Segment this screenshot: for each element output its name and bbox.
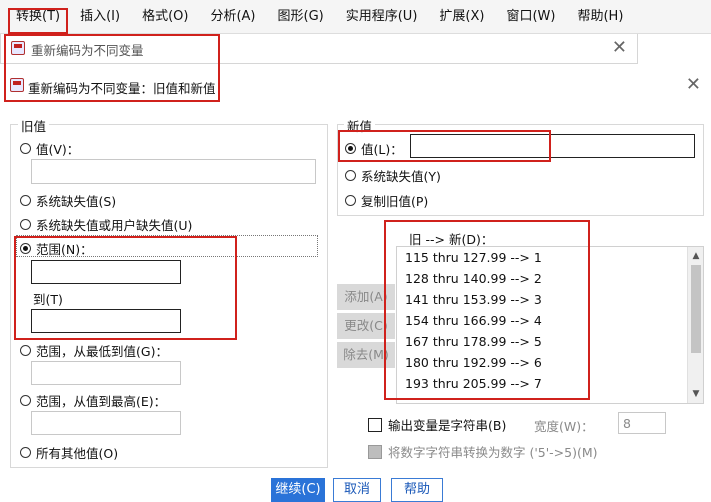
new-system-missing-label: 系统缺失值(Y) (361, 169, 441, 184)
mapping-list[interactable]: 115 thru 127.99 --> 1 128 thru 140.99 --… (396, 246, 704, 404)
width-label: 宽度(W)： (534, 419, 594, 434)
old-system-missing-radio[interactable]: 系统缺失值(S) (20, 191, 116, 210)
list-item[interactable]: 128 thru 140.99 --> 2 (397, 268, 703, 289)
radio-icon (20, 195, 31, 206)
menu-bar: 转换(T) 插入(I) 格式(O) 分析(A) 图形(G) 实用程序(U) 扩展… (0, 0, 711, 34)
width-value: 8 (623, 416, 631, 431)
menu-utilities[interactable]: 实用程序(U) (338, 4, 426, 30)
old-all-other-label: 所有其他值(O) (36, 446, 119, 461)
radio-icon (20, 345, 31, 356)
change-button[interactable]: 更改(C) (337, 313, 395, 339)
dialog-close-icon[interactable]: ✕ (686, 76, 701, 94)
list-item[interactable]: 141 thru 153.99 --> 3 (397, 289, 703, 310)
old-range-radio[interactable]: 范围(N)： (20, 239, 93, 258)
menu-graphs[interactable]: 图形(G) (270, 4, 332, 30)
old-range-lowest-label: 范围，从最低到值(G)： (36, 344, 168, 359)
new-value-radio[interactable]: 值(L)： (345, 139, 403, 158)
old-value-radio-label: 值(V)： (36, 142, 80, 157)
cancel-button[interactable]: 取消 (333, 478, 381, 502)
radio-icon (20, 447, 31, 458)
continue-button[interactable]: 继续(C) (271, 478, 325, 502)
app-icon (11, 41, 25, 55)
convert-numeric-checkbox[interactable]: 将数字字符串转换为数字 ('5'->5)(M) (368, 442, 598, 461)
background-window-title: 重新编码为不同变量 (31, 43, 144, 58)
add-button[interactable]: 添加(A) (337, 284, 395, 310)
range-lowest-field[interactable] (31, 361, 181, 385)
menu-insert[interactable]: 插入(I) (72, 4, 128, 30)
new-system-missing-radio[interactable]: 系统缺失值(Y) (345, 166, 441, 185)
old-range-lowest-radio[interactable]: 范围，从最低到值(G)： (20, 341, 168, 360)
list-item[interactable]: 154 thru 166.99 --> 4 (397, 310, 703, 331)
range-to-label: 到(T) (33, 292, 63, 307)
radio-selected-icon (345, 143, 356, 154)
menu-help[interactable]: 帮助(H) (569, 4, 631, 30)
checkbox-icon (368, 417, 382, 432)
copy-old-value-label: 复制旧值(P) (361, 194, 429, 209)
new-value-field[interactable] (410, 134, 695, 158)
output-string-label: 输出变量是字符串(B) (388, 418, 507, 433)
radio-icon (20, 395, 31, 406)
old-system-user-missing-label: 系统缺失值或用户缺失值(U) (36, 218, 193, 233)
output-string-checkbox[interactable]: 输出变量是字符串(B) (368, 415, 506, 434)
old-value-field[interactable] (31, 159, 316, 184)
convert-numeric-label: 将数字字符串转换为数字 ('5'->5)(M) (388, 445, 598, 460)
list-item[interactable]: 193 thru 205.99 --> 7 (397, 373, 703, 394)
list-item[interactable]: 115 thru 127.99 --> 1 (397, 247, 703, 268)
old-value-label: 旧值 (18, 116, 50, 135)
background-window: 重新编码为不同变量 ✕ (0, 34, 638, 64)
new-value-radio-label: 值(L)： (361, 142, 403, 157)
list-item[interactable]: 180 thru 192.99 --> 6 (397, 352, 703, 373)
old-all-other-radio[interactable]: 所有其他值(O) (20, 443, 118, 462)
radio-selected-icon (20, 243, 31, 254)
old-range-highest-label: 范围，从值到最高(E)： (36, 394, 167, 409)
radio-icon (20, 143, 31, 154)
old-value-radio[interactable]: 值(V)： (20, 139, 79, 158)
checkbox-icon (368, 444, 382, 459)
list-scrollbar[interactable]: ▲ ▼ (687, 247, 703, 403)
help-button[interactable]: 帮助 (391, 478, 443, 502)
menu-transform[interactable]: 转换(T) (10, 4, 66, 30)
list-item[interactable]: 167 thru 178.99 --> 5 (397, 331, 703, 352)
app-icon (10, 78, 24, 92)
menu-analyze[interactable]: 分析(A) (202, 4, 263, 30)
old-range-label: 范围(N)： (36, 242, 93, 257)
range-to-field[interactable] (31, 309, 181, 333)
copy-old-value-radio[interactable]: 复制旧值(P) (345, 191, 428, 210)
dialog-title: 重新编码为不同变量：旧值和新值 (28, 81, 216, 96)
scroll-up-icon[interactable]: ▲ (688, 249, 703, 263)
menu-window[interactable]: 窗口(W) (498, 4, 563, 30)
remove-button[interactable]: 除去(M) (337, 342, 395, 368)
new-value-label: 新值 (344, 116, 376, 135)
menu-format[interactable]: 格式(O) (134, 4, 196, 30)
radio-icon (345, 195, 356, 206)
menu-extensions[interactable]: 扩展(X) (431, 4, 492, 30)
radio-icon (20, 219, 31, 230)
old-system-user-missing-radio[interactable]: 系统缺失值或用户缺失值(U) (20, 215, 192, 234)
old-system-missing-label: 系统缺失值(S) (36, 194, 117, 209)
old-range-highest-radio[interactable]: 范围，从值到最高(E)： (20, 391, 166, 410)
radio-icon (345, 170, 356, 181)
range-highest-field[interactable] (31, 411, 181, 435)
range-from-field[interactable] (31, 260, 181, 284)
scroll-thumb[interactable] (691, 265, 701, 353)
width-field[interactable]: 8 (618, 412, 666, 434)
scroll-down-icon[interactable]: ▼ (688, 387, 703, 401)
close-icon[interactable]: ✕ (612, 39, 627, 57)
